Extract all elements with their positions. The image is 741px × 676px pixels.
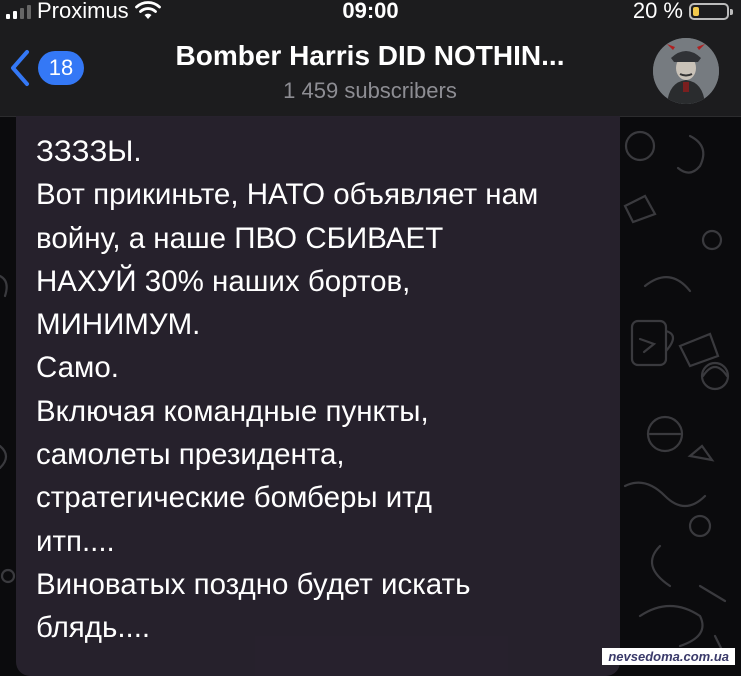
channel-avatar[interactable] xyxy=(653,38,719,104)
subscriber-count: 1 459 subscribers xyxy=(283,78,457,103)
back-button[interactable]: 18 xyxy=(8,48,84,88)
chat-info[interactable]: Bomber Harris DID NOTHIN... 1 459 subscr… xyxy=(110,40,630,104)
status-right: 20 % xyxy=(632,0,733,24)
message-line: Вот прикиньте, НАТО объявляет нам xyxy=(36,178,539,212)
chevron-left-icon xyxy=(11,50,29,86)
message-line: блядь.... xyxy=(36,611,151,645)
chat-title: Bomber Harris DID NOTHIN... xyxy=(175,40,565,71)
message-line: войну, а наше ПВО СБИВАЕТ xyxy=(36,221,444,255)
site-watermark: nevsedoma.com.ua xyxy=(602,648,735,665)
battery-percent: 20 % xyxy=(632,0,683,23)
clock: 09:00 xyxy=(342,0,399,23)
message-line: итп.... xyxy=(36,524,115,558)
unread-count-badge: 18 xyxy=(38,51,84,85)
status-bar: Proximus 09:00 20 % xyxy=(0,0,741,26)
avatar-portrait-icon xyxy=(653,38,719,104)
message-line: Включая командные пункты, xyxy=(36,394,429,428)
message-line: стратегические бомберы итд xyxy=(36,481,433,515)
message-line: самолеты президента, xyxy=(36,438,345,472)
message-line: ЗЗЗЗЫ. xyxy=(36,135,142,168)
message-line: Виноватых поздно будет искать xyxy=(36,567,471,601)
message-line: МИНИМУМ. xyxy=(36,308,201,342)
message-line: Само. xyxy=(36,351,119,385)
battery-icon xyxy=(689,2,733,20)
chat-header: 18 Bomber Harris DID NOTHIN... 1 459 sub… xyxy=(0,26,741,117)
message-line: НАХУЙ 30% наших бортов, xyxy=(36,264,411,298)
message-bubble[interactable]: ЗЗЗЗЫ. Вот прикиньте, НАТО объявляет нам… xyxy=(16,116,620,676)
